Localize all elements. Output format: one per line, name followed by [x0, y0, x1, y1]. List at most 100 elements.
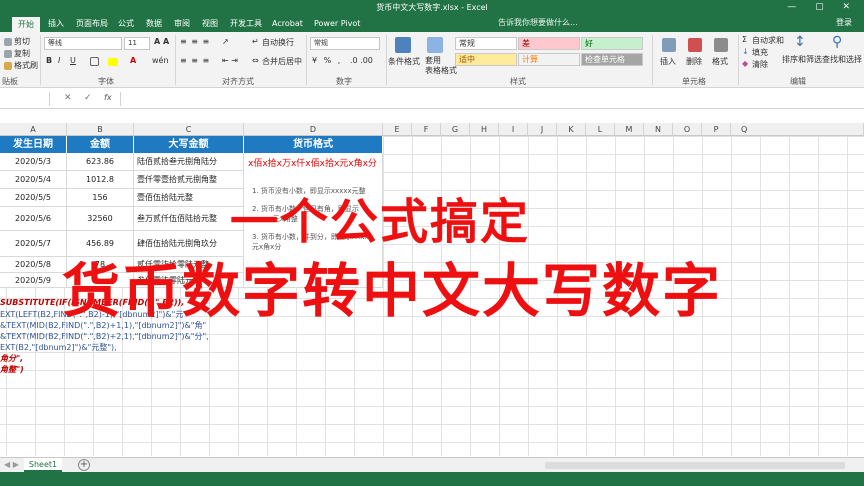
font-size-select[interactable]: 11 — [124, 37, 150, 50]
cell-date[interactable]: 2020/5/9 — [0, 273, 67, 288]
indent-icon[interactable]: ⇤ ⇥ — [222, 56, 238, 65]
cell-date[interactable]: 2020/5/5 — [0, 189, 67, 207]
cell-uppercase[interactable]: 壹仟零壹拾贰元捌角整 — [134, 171, 244, 189]
cell-uppercase[interactable]: 叁万贰仟伍佰陆拾元整 — [134, 207, 244, 231]
window-controls[interactable]: — ▢ ✕ — [787, 2, 858, 12]
cell-date[interactable]: 2020/5/3 — [0, 153, 67, 171]
insert-cells-icon — [662, 38, 676, 52]
merge-center-button[interactable]: 合并后居中 — [262, 56, 302, 67]
italic-icon[interactable]: I — [58, 56, 60, 65]
tab-acrobat[interactable]: Acrobat — [270, 16, 305, 32]
sort-filter-button[interactable]: 排序和筛选 — [782, 54, 822, 65]
cell-amount[interactable]: 1012.8 — [67, 171, 134, 189]
table-format-button[interactable]: 套用 表格格式 — [425, 56, 457, 76]
style-normal[interactable]: 常规 — [455, 37, 517, 50]
header-date[interactable]: 发生日期 — [0, 136, 67, 153]
insert-function-icon[interactable]: fx — [104, 93, 112, 102]
number-format-select[interactable]: 常规 — [310, 37, 380, 50]
column-header-g[interactable]: G — [441, 123, 470, 136]
currency-icon[interactable]: ¥ % , — [312, 56, 342, 65]
format-cells-button[interactable]: 格式 — [712, 56, 728, 67]
style-neutral[interactable]: 适中 — [455, 53, 517, 66]
cell-amount[interactable]: 156 — [67, 189, 134, 207]
delete-cells-button[interactable]: 删除 — [686, 56, 702, 67]
fill-button[interactable]: 填充 — [752, 47, 768, 58]
column-header-m[interactable]: M — [615, 123, 644, 136]
clear-button[interactable]: 清除 — [752, 59, 768, 70]
cell-date[interactable]: 2020/5/4 — [0, 171, 67, 189]
style-calculation[interactable]: 计算 — [518, 53, 580, 66]
autosum-button[interactable]: 自动求和 — [752, 35, 784, 46]
tab-view[interactable]: 视图 — [200, 16, 220, 32]
style-bad[interactable]: 差 — [518, 37, 580, 50]
column-header-h[interactable]: H — [470, 123, 499, 136]
tab-data[interactable]: 数据 — [144, 16, 164, 32]
column-header-e[interactable]: E — [383, 123, 412, 136]
orientation-icon[interactable]: ↗ — [222, 37, 229, 46]
column-header-k[interactable]: K — [557, 123, 586, 136]
tab-home[interactable]: 开始 — [12, 17, 40, 32]
confirm-icon[interactable]: ✓ — [84, 93, 92, 103]
font-name-select[interactable]: 等线 — [44, 37, 122, 50]
column-header-p[interactable]: P — [702, 123, 731, 136]
ribbon-separator — [306, 35, 307, 85]
column-header-d[interactable]: D — [244, 123, 383, 136]
conditional-format-button[interactable]: 条件格式 — [388, 56, 420, 67]
style-good[interactable]: 好 — [581, 37, 643, 50]
insert-cells-button[interactable]: 插入 — [660, 56, 676, 67]
cell-date[interactable]: 2020/5/7 — [0, 231, 67, 257]
tab-formulas[interactable]: 公式 — [116, 16, 136, 32]
tab-review[interactable]: 审阅 — [172, 16, 192, 32]
font-color-icon[interactable]: A — [130, 56, 136, 65]
tab-page-layout[interactable]: 页面布局 — [74, 16, 110, 32]
sheet-tab-sheet1[interactable]: Sheet1 — [24, 458, 62, 472]
cell-amount[interactable]: 32560 — [67, 207, 134, 231]
underline-icon[interactable]: U — [70, 56, 76, 65]
column-header-f[interactable]: F — [412, 123, 441, 136]
cell-uppercase[interactable]: 陆佰贰拾叁元捌角陆分 — [134, 153, 244, 171]
tab-developer[interactable]: 开发工具 — [228, 16, 264, 32]
header-currency-format[interactable]: 货币格式 — [244, 136, 383, 153]
column-header-c[interactable]: C — [134, 123, 244, 136]
fill-color-icon[interactable] — [108, 58, 118, 66]
column-header-i[interactable]: I — [499, 123, 528, 136]
format-painter-button[interactable]: 格式刷 — [14, 60, 38, 71]
tell-me-search[interactable]: 告诉我你想要做什么... — [498, 15, 578, 31]
ribbon-home: 剪切 复制 格式刷 贴板 等线 11 A A B I U A wén 字体 ≡ … — [0, 32, 864, 88]
copy-button[interactable]: 复制 — [14, 48, 30, 59]
grow-font-icon[interactable]: A A — [154, 37, 169, 46]
add-sheet-button[interactable]: + — [78, 459, 90, 471]
cut-button[interactable]: 剪切 — [14, 36, 30, 47]
cell-date[interactable]: 2020/5/8 — [0, 257, 67, 273]
tab-power-pivot[interactable]: Power Pivot — [312, 16, 362, 32]
column-header-q[interactable]: Q — [731, 123, 864, 136]
wrap-text-button[interactable]: 自动换行 — [262, 37, 294, 48]
formula-line: 角整") — [0, 365, 24, 374]
border-icon[interactable] — [90, 57, 99, 66]
cell-uppercase[interactable]: 壹佰伍拾陆元整 — [134, 189, 244, 207]
cell-amount[interactable]: 623.86 — [67, 153, 134, 171]
align-left-icon[interactable]: ≡ ≡ ≡ — [180, 56, 210, 65]
bold-icon[interactable]: B — [46, 56, 52, 65]
column-header-l[interactable]: L — [586, 123, 615, 136]
header-amount[interactable]: 金额 — [67, 136, 134, 153]
align-top-icon[interactable]: ≡ ≡ ≡ — [180, 37, 210, 46]
horizontal-scrollbar[interactable] — [545, 462, 845, 469]
phonetic-icon[interactable]: wén — [152, 56, 169, 65]
column-header-n[interactable]: N — [644, 123, 673, 136]
name-box[interactable] — [0, 92, 50, 106]
column-header-b[interactable]: B — [67, 123, 134, 136]
header-uppercase[interactable]: 大写金额 — [134, 136, 244, 153]
find-select-button[interactable]: 查找和选择 — [822, 54, 862, 65]
login-link[interactable]: 登录 — [836, 15, 852, 31]
column-header-j[interactable]: J — [528, 123, 557, 136]
scissors-icon — [4, 38, 12, 46]
tab-insert[interactable]: 插入 — [46, 16, 66, 32]
column-header-o[interactable]: O — [673, 123, 702, 136]
style-check-cell[interactable]: 检查单元格 — [581, 53, 643, 66]
cancel-icon[interactable]: ✕ — [64, 93, 72, 103]
decimal-icon[interactable]: .0 .00 — [350, 56, 373, 65]
column-header-a[interactable]: A — [0, 123, 67, 136]
sheet-nav-arrows[interactable]: ◀ ▶ — [4, 460, 19, 469]
cell-date[interactable]: 2020/5/6 — [0, 207, 67, 231]
